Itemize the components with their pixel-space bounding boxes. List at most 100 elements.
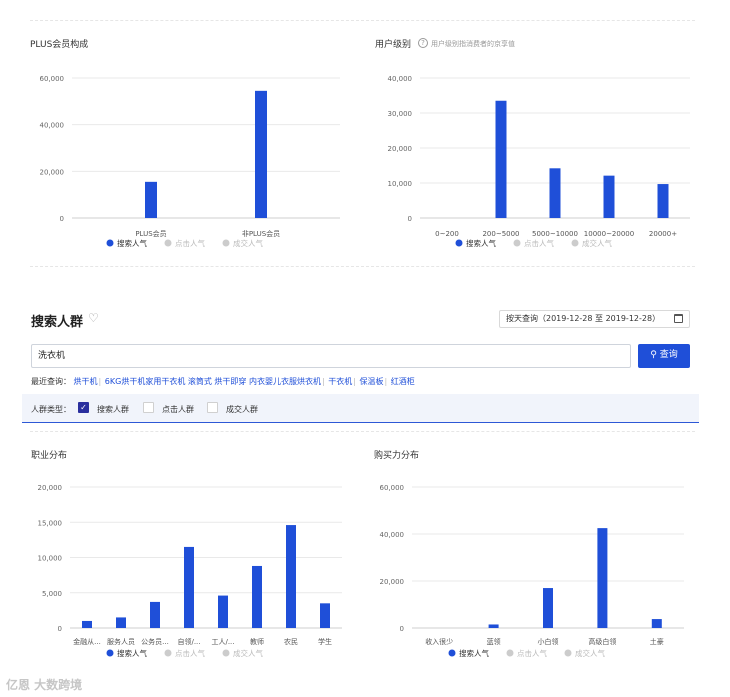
bar (320, 603, 330, 628)
bar (116, 617, 126, 628)
y-tick-label: 40,000 (40, 122, 65, 130)
x-tick-label: 200~5000 (482, 230, 519, 238)
legend-label: 成交人气 (582, 238, 612, 248)
crowd-type-label: 人群类型： (31, 405, 71, 414)
bar (657, 184, 669, 218)
power-chart-title: 购买力分布 (374, 451, 420, 461)
search-input[interactable]: 洗衣机 (31, 344, 631, 368)
bar (651, 619, 662, 628)
deal-crowd-label[interactable]: 成交人群 (226, 404, 258, 415)
recent-query-link[interactable]: 烘干机 (74, 377, 98, 386)
recent-query-link[interactable]: 6KG烘干机家用干衣机 滚筒式 烘干即穿 内衣婴儿衣服烘衣机 (105, 377, 321, 386)
calendar-icon[interactable] (674, 314, 683, 323)
favorite-heart-icon[interactable]: ♡ (88, 311, 99, 325)
bar (543, 588, 553, 628)
x-tick-label: 土豪 (650, 637, 664, 646)
legend-label: 成交人气 (575, 648, 605, 658)
legend-marker (106, 649, 114, 657)
legend-label: 搜索人气 (117, 648, 147, 658)
date-range-picker[interactable]: 按天查询（2019-12-28 至 2019-12-28） (499, 310, 690, 328)
bar (286, 525, 296, 628)
bar (549, 168, 561, 218)
power-chart: 0 20,000 40,000 60,000 收入很少 蓝领 小白领 高级白领 土豪搜索人气 点击… (380, 484, 684, 658)
legend-marker (455, 239, 463, 247)
x-tick-label: 非PLUS会员 (242, 229, 280, 238)
level-chart-subtitle: 用户级别指消费者的京享值 (431, 40, 515, 48)
legend-marker (164, 239, 172, 247)
level-chart-title: 用户级别 (375, 40, 412, 50)
search-button-label: 查询 (659, 350, 678, 360)
y-tick-label: 60,000 (380, 484, 405, 492)
legend-label: 点击人气 (524, 238, 554, 248)
mid-divider (30, 266, 695, 267)
bar (218, 595, 228, 628)
x-tick-label: 农民 (284, 637, 298, 646)
legend-marker (506, 649, 514, 657)
x-tick-label: 服务人员 (107, 637, 135, 646)
plus-chart-title: PLUS会员构成 (30, 40, 89, 50)
x-tick-label: 金融从... (73, 637, 101, 646)
bar (495, 100, 507, 218)
y-tick-label: 20,000 (388, 145, 413, 153)
x-tick-label: 学生 (318, 637, 332, 646)
legend-marker (513, 239, 521, 247)
y-tick-label: 20,000 (38, 484, 63, 492)
bar (82, 620, 92, 628)
y-tick-label: 40,000 (380, 531, 405, 539)
y-tick-label: 0 (60, 215, 64, 223)
y-tick-label: 10,000 (38, 555, 63, 563)
search-crowd-checkbox[interactable]: ✓ (78, 402, 89, 413)
x-tick-label: 小白领 (538, 637, 559, 646)
deal-crowd-checkbox[interactable] (207, 402, 218, 413)
job-chart-title: 职业分布 (31, 451, 68, 461)
level-chart: 0 10,000 20,000 30,000 40,000 0~200 200~5000 50… (388, 75, 690, 248)
recent-query-link[interactable]: 干衣机 (328, 377, 352, 386)
help-icon[interactable]: ? (418, 38, 428, 48)
legend-label: 搜索人气 (459, 648, 489, 658)
legend-marker (564, 649, 572, 657)
y-tick-label: 0 (58, 625, 62, 633)
y-tick-label: 30,000 (388, 110, 413, 118)
legend-label: 搜索人气 (117, 238, 147, 248)
search-crowd-label[interactable]: 搜索人群 (97, 404, 129, 415)
x-tick-label: 10000~20000 (584, 230, 634, 238)
bar (184, 546, 194, 628)
click-crowd-checkbox[interactable] (143, 402, 154, 413)
bar (603, 175, 615, 218)
legend-label: 点击人气 (175, 238, 205, 248)
legend-marker (164, 649, 172, 657)
x-tick-label: 20000+ (649, 230, 677, 238)
y-tick-label: 40,000 (388, 75, 413, 83)
y-tick-label: 20,000 (380, 578, 405, 586)
recent-queries: 最近查询： 烘干机| 6KG烘干机家用干衣机 滚筒式 烘干即穿 内衣婴儿衣服烘衣… (31, 377, 415, 386)
x-tick-label: 公务员... (141, 637, 169, 646)
plus-chart: 0 20,000 40,000 60,000 PLUS会员 非PLUS会员搜索人气 点击人气… (40, 75, 340, 248)
legend-label: 搜索人气 (466, 238, 496, 248)
y-tick-label: 15,000 (38, 519, 63, 527)
recent-query-link[interactable]: 保温板 (359, 377, 383, 386)
recent-query-link[interactable]: 红酒柜 (391, 377, 415, 386)
click-crowd-label[interactable]: 点击人群 (162, 404, 194, 415)
legend-marker (222, 239, 230, 247)
legend-marker (448, 649, 456, 657)
lower-divider (30, 431, 695, 432)
y-tick-label: 60,000 (40, 75, 65, 83)
x-tick-label: 高级白领 (588, 637, 616, 646)
x-tick-label: 0~200 (435, 230, 459, 238)
y-tick-label: 0 (408, 215, 412, 223)
search-icon: ⚲ (650, 350, 657, 360)
x-tick-label: 收入很少 (425, 637, 453, 646)
legend-label: 点击人气 (517, 648, 547, 658)
legend-label: 点击人气 (175, 648, 205, 658)
x-tick-label: 5000~10000 (532, 230, 578, 238)
recent-label: 最近查询： (31, 377, 71, 386)
y-tick-label: 20,000 (40, 168, 65, 176)
legend-marker (106, 239, 114, 247)
x-tick-label: 蓝领 (487, 637, 501, 646)
search-button[interactable]: ⚲ 查询 (638, 344, 690, 368)
x-tick-label: 工人/... (211, 638, 234, 646)
bar (252, 565, 262, 628)
job-chart: 0 5,000 10,000 15,000 20,000 金融从... 服务人员 公务员...… (38, 484, 342, 658)
y-tick-label: 0 (400, 625, 404, 633)
y-tick-label: 10,000 (388, 180, 413, 188)
